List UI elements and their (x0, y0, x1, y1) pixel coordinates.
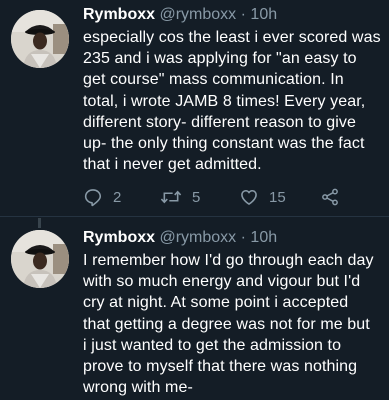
timestamp[interactable]: 10h (250, 229, 277, 246)
tweet-text-line: up- the only thing constant was the fact (83, 135, 365, 153)
tweet-text-line: total, i wrote JAMB 8 times! Every year, (83, 92, 366, 110)
avatar-image (11, 10, 69, 68)
tweet-text: I remember how I'd go through each day w… (83, 250, 385, 398)
tweet-text-line: that getting a degree was not for me but (83, 315, 370, 333)
share-icon (322, 188, 338, 206)
tweet[interactable]: Rymboxx @rymboxx · 10h especially cos th… (0, 0, 389, 218)
tweet-text-line: especially cos the least i ever scored w… (83, 29, 381, 46)
retweet-icon (160, 190, 182, 204)
thread-connector (38, 218, 41, 228)
tweet-text-line: get course" mass communication. In (83, 71, 344, 89)
like-button[interactable]: 15 (239, 184, 286, 210)
tweet-text-line: i just wanted to get the admission to (83, 336, 342, 354)
tweet-text-line: prove to myself that there was nothing (83, 358, 358, 376)
reply-count: 2 (113, 188, 122, 206)
tweet-header: Rymboxx @rymboxx · 10h (83, 228, 277, 248)
like-count: 15 (269, 188, 286, 206)
share-button[interactable] (320, 184, 340, 210)
tweet-text-line: wrong with me- (83, 379, 193, 397)
avatar-image (11, 230, 69, 288)
tweet-divider (0, 216, 389, 217)
separator-dot: · (240, 6, 246, 23)
author-name[interactable]: Rymboxx (83, 6, 155, 23)
author-name[interactable]: Rymboxx (83, 229, 155, 246)
separator-dot: · (240, 229, 246, 246)
tweet-text-line: with so much energy and vigour but I'd (83, 273, 361, 291)
tweet-text-line: that i never get admitted. (83, 156, 262, 174)
tweet-text-line: 235 and i was applying for "an easy to (83, 50, 357, 68)
author-handle[interactable]: @rymboxx (159, 6, 236, 23)
reply-icon (84, 189, 102, 207)
heart-icon (241, 189, 257, 205)
author-handle[interactable]: @rymboxx (159, 229, 236, 246)
timestamp[interactable]: 10h (250, 6, 277, 23)
tweet[interactable]: Rymboxx @rymboxx · 10h I remember how I'… (0, 218, 389, 400)
tweet-text: especially cos the least i ever scored w… (83, 27, 385, 175)
retweet-button[interactable]: 5 (160, 184, 200, 210)
avatar[interactable] (11, 10, 69, 68)
avatar[interactable] (11, 230, 69, 288)
tweet-text-line: different story- different reason to giv… (83, 113, 356, 131)
tweet-text-line: cry at night. At some point i accepted (83, 294, 349, 312)
tweet-text-line: I remember how I'd go through each day (83, 252, 374, 269)
tweet-header: Rymboxx @rymboxx · 10h (83, 5, 277, 25)
retweet-count: 5 (192, 188, 201, 206)
reply-button[interactable]: 2 (83, 184, 121, 210)
tweet-actions: 2 5 15 (83, 184, 383, 210)
